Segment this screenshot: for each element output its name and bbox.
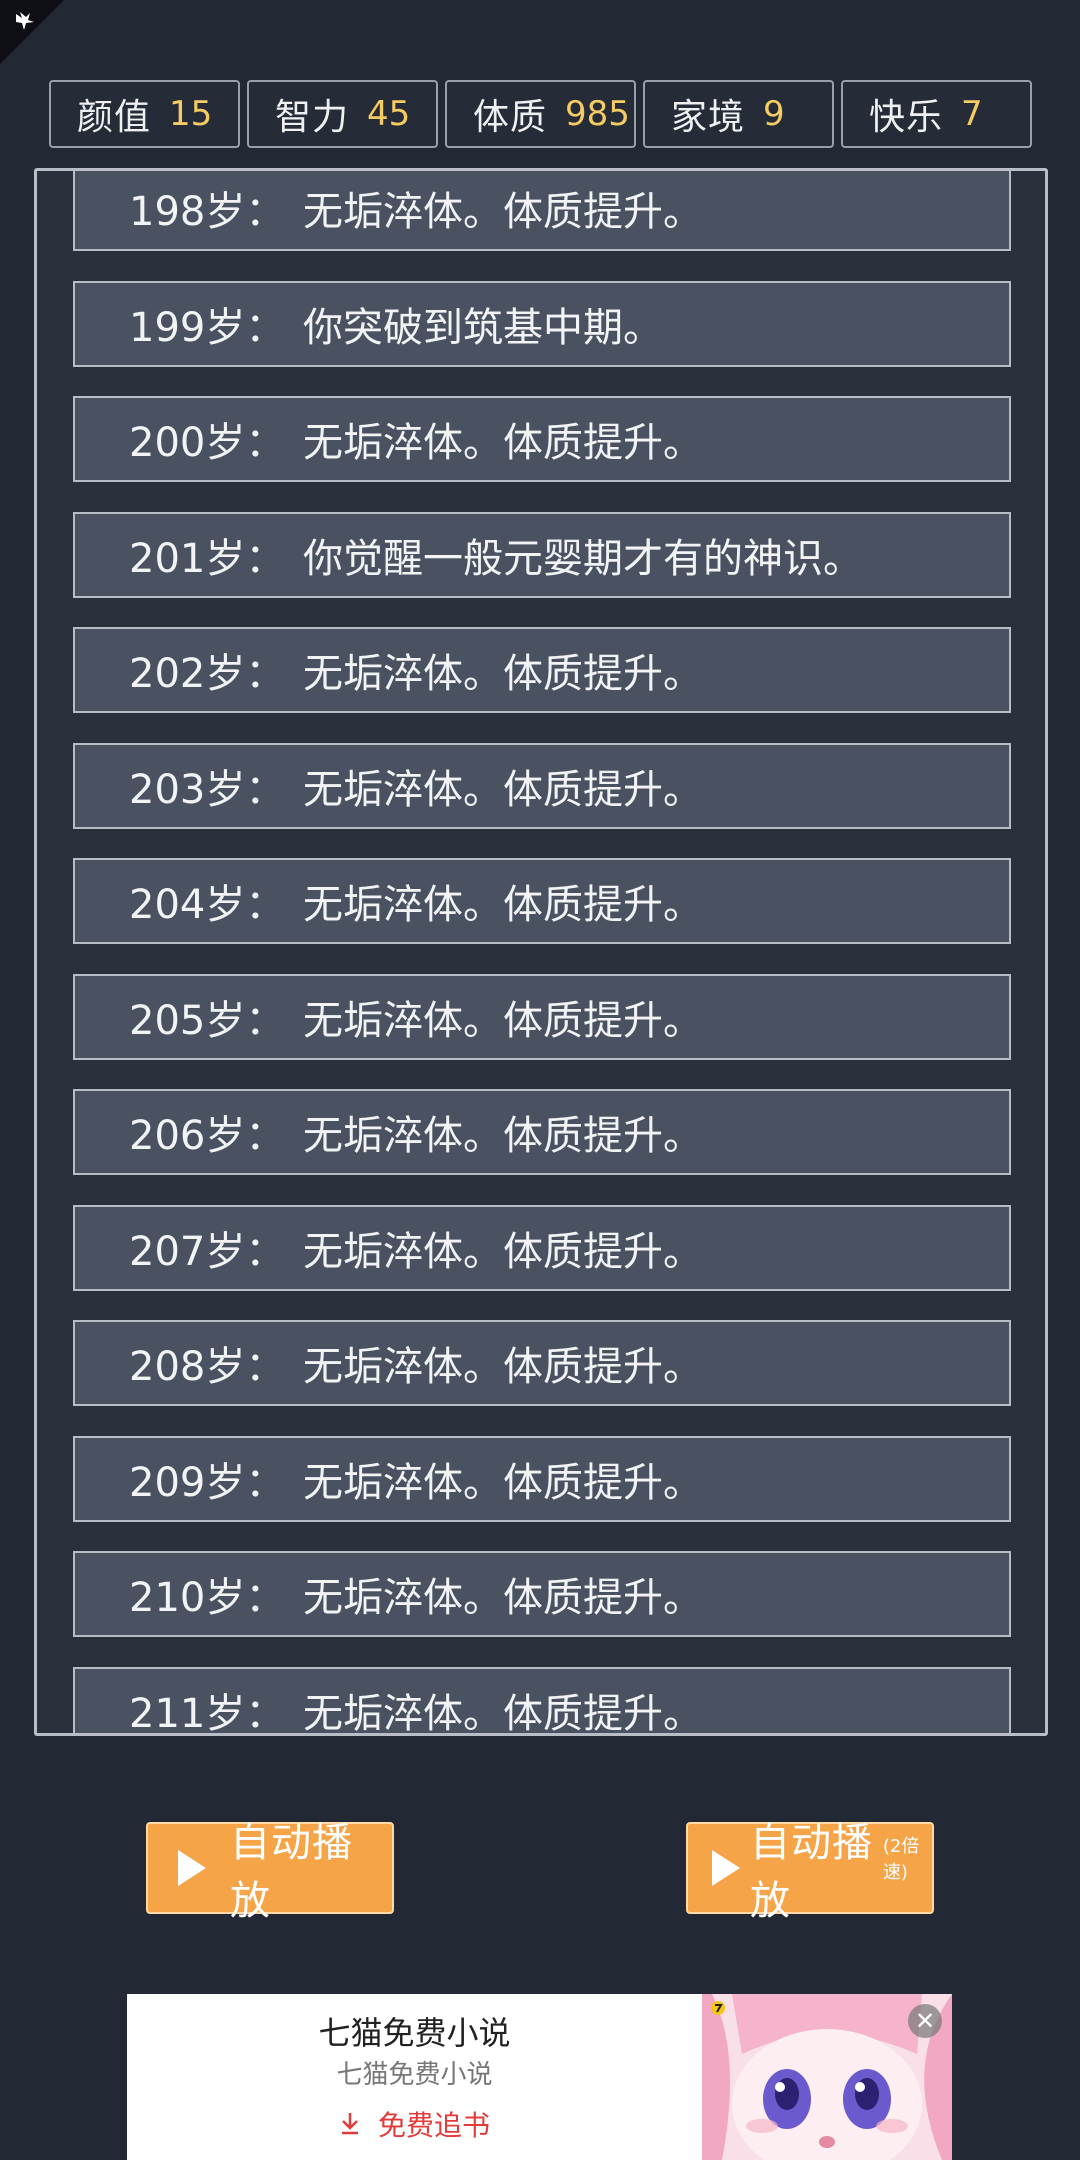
log-event: 无垢淬体。体质提升。 xyxy=(303,1344,703,1390)
log-age: 208岁： xyxy=(129,1344,286,1390)
log-age: 200岁： xyxy=(129,420,286,466)
log-row: 206岁： 无垢淬体。体质提升。 xyxy=(73,1089,1011,1175)
log-row: 200岁： 无垢淬体。体质提升。 xyxy=(73,396,1011,482)
stat-appearance: 颜值 15 xyxy=(49,80,240,148)
stat-label: 智力 xyxy=(275,97,350,138)
log-row: 202岁： 无垢淬体。体质提升。 xyxy=(73,627,1011,713)
ad-subtitle: 七猫免费小说 xyxy=(336,2060,493,2090)
stat-value: 45 xyxy=(367,94,411,134)
stat-happiness: 快乐 7 xyxy=(841,80,1032,148)
star-icon xyxy=(16,12,34,30)
log-age: 201岁： xyxy=(129,535,286,582)
ad-close-button[interactable]: ✕ xyxy=(908,2004,942,2038)
stat-family: 家境 9 xyxy=(643,80,834,148)
log-row: 204岁： 无垢淬体。体质提升。 xyxy=(73,858,1011,944)
log-row: 199岁： 你突破到筑基中期。 xyxy=(73,280,1011,367)
auto-play-label: 自动播放 xyxy=(230,1820,353,1924)
stat-label: 快乐 xyxy=(869,97,944,138)
log-age: 210岁： xyxy=(129,1575,286,1621)
log-event: 你觉醒一般元婴期才有的神识。 xyxy=(303,535,863,582)
log-age: 198岁： xyxy=(129,189,286,235)
log-age: 203岁： xyxy=(129,766,286,813)
log-event: 无垢淬体。体质提升。 xyxy=(303,189,703,235)
speed-label: (2倍速) xyxy=(882,1836,920,1883)
log-row: 208岁： 无垢淬体。体质提升。 xyxy=(73,1320,1011,1406)
play-icon xyxy=(178,1850,206,1886)
stat-value: 15 xyxy=(169,94,213,134)
life-log-list[interactable]: 198岁： 无垢淬体。体质提升。 199岁： 你突破到筑基中期。 200岁： 无垢淬体… xyxy=(73,171,1013,1736)
log-age: 206岁： xyxy=(129,1113,286,1159)
life-log-panel[interactable]: 198岁： 无垢淬体。体质提升。 199岁： 你突破到筑基中期。 200岁： 无垢淬体… xyxy=(34,168,1048,1736)
log-age: 199岁： xyxy=(129,304,286,351)
log-age: 205岁： xyxy=(129,997,286,1044)
log-event: 无垢淬体。体质提升。 xyxy=(303,997,703,1044)
ad-brand-logo xyxy=(710,2000,726,2019)
stat-value: 985 xyxy=(565,94,630,134)
log-row: 209岁： 无垢淬体。体质提升。 xyxy=(73,1435,1011,1522)
stat-label: 家境 xyxy=(671,97,746,138)
log-row: 205岁： 无垢淬体。体质提升。 xyxy=(73,973,1011,1060)
ad-title: 七猫免费小说 xyxy=(318,2014,511,2052)
log-age: 202岁： xyxy=(129,651,286,697)
auto-play-2x-label: 自动播放 xyxy=(750,1820,873,1924)
log-event: 无垢淬体。体质提升。 xyxy=(303,766,703,813)
log-event: 无垢淬体。体质提升。 xyxy=(303,651,703,697)
stat-value: 7 xyxy=(961,94,983,134)
log-event: 你突破到筑基中期。 xyxy=(303,304,663,351)
ad-cta-label: 免费追书 xyxy=(377,2109,490,2142)
ad-banner[interactable]: 七猫免费小说 七猫免费小说 免费追书 ✕ xyxy=(127,1994,952,2160)
log-row: 207岁： 无垢淬体。体质提升。 xyxy=(73,1204,1011,1291)
log-row: 210岁： 无垢淬体。体质提升。 xyxy=(73,1551,1011,1637)
auto-play-button[interactable]: 自动播放 xyxy=(146,1820,394,1924)
log-row: 203岁： 无垢淬体。体质提升。 xyxy=(73,742,1011,829)
log-event: 无垢淬体。体质提升。 xyxy=(303,1228,703,1275)
ad-cta-link[interactable]: 免费追书 xyxy=(127,2104,702,2144)
log-row: 211岁： 无垢淬体。体质提升。 xyxy=(73,1666,1011,1736)
log-row: 198岁： 无垢淬体。体质提升。 xyxy=(73,171,1011,251)
log-age: 209岁： xyxy=(129,1459,286,1506)
log-event: 无垢淬体。体质提升。 xyxy=(303,1575,703,1621)
log-age: 211岁： xyxy=(129,1690,286,1736)
attribute-stats-bar: 颜值 15 智力 45 体质 985 家境 9 快乐 7 xyxy=(49,80,1032,148)
log-event: 无垢淬体。体质提升。 xyxy=(303,420,703,466)
log-event: 无垢淬体。体质提升。 xyxy=(303,1690,703,1736)
ad-anime-illustration: ✕ xyxy=(702,1994,952,2160)
play-icon xyxy=(712,1850,740,1886)
stat-label: 颜值 xyxy=(77,97,152,138)
log-row: 201岁： 你觉醒一般元婴期才有的神识。 xyxy=(73,511,1011,598)
log-event: 无垢淬体。体质提升。 xyxy=(303,1113,703,1159)
stat-intelligence: 智力 45 xyxy=(247,80,438,148)
log-event: 无垢淬体。体质提升。 xyxy=(303,882,703,928)
auto-play-2x-button[interactable]: 自动播放 (2倍速) xyxy=(686,1820,934,1924)
log-event: 无垢淬体。体质提升。 xyxy=(303,1459,703,1506)
stat-label: 体质 xyxy=(473,97,548,138)
stat-constitution: 体质 985 xyxy=(445,80,636,148)
log-age: 207岁： xyxy=(129,1228,286,1275)
stat-value: 9 xyxy=(763,94,785,134)
log-age: 204岁： xyxy=(129,882,286,928)
download-icon xyxy=(339,2109,361,2142)
